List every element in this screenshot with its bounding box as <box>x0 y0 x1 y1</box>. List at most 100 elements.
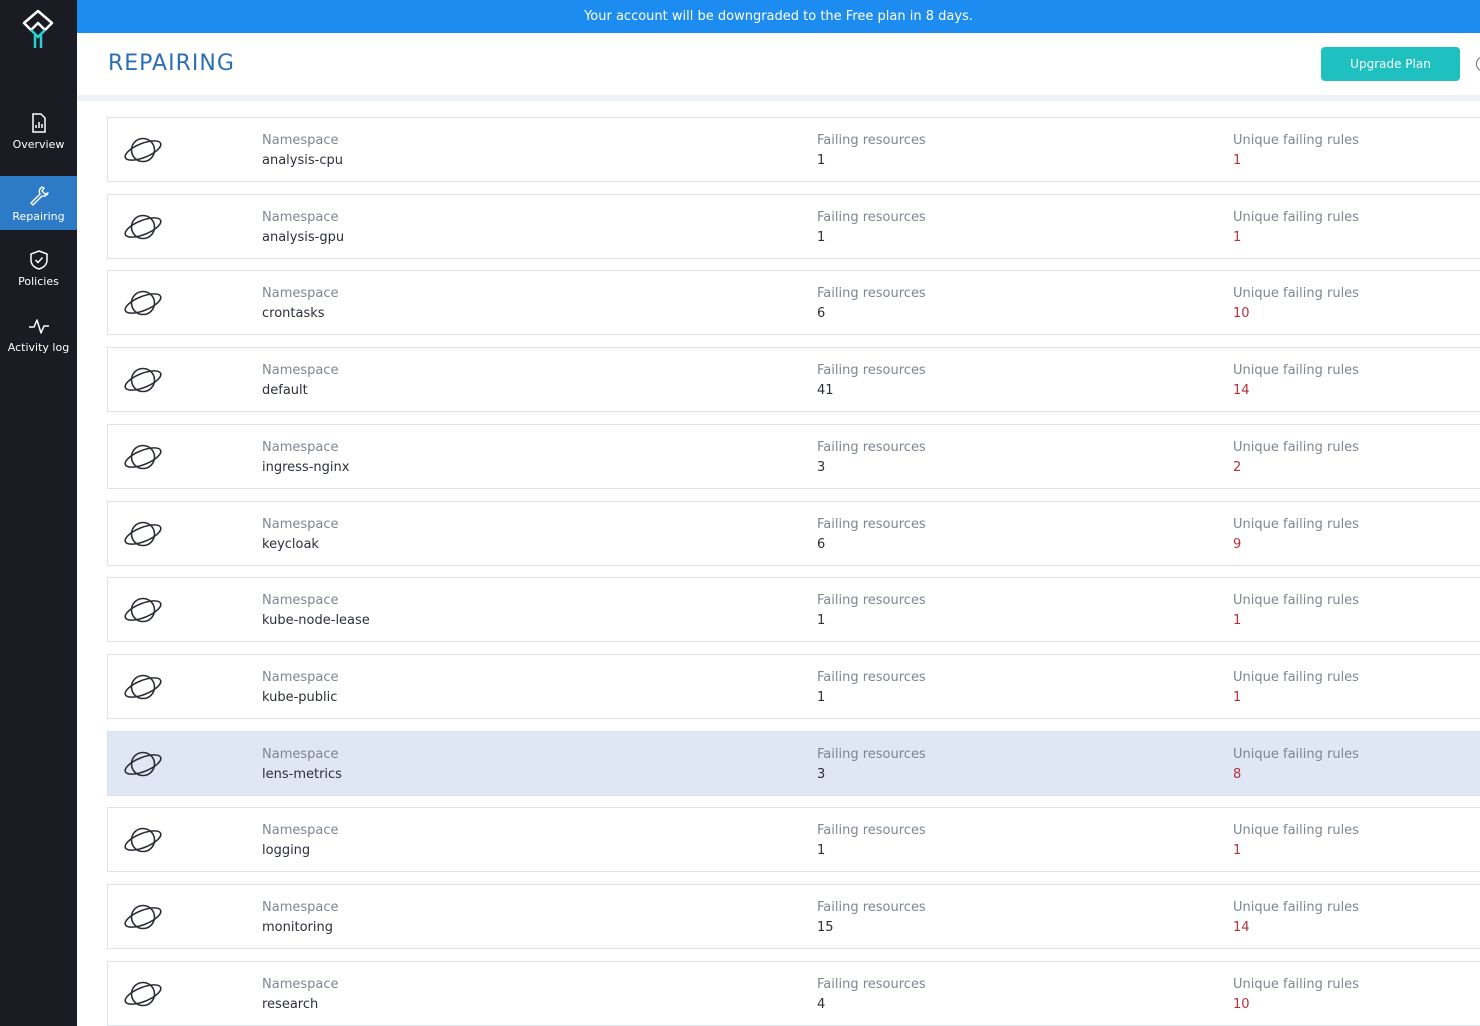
unique-failing-rules-label: Unique failing rules <box>1233 670 1359 685</box>
namespace-planet-icon <box>124 981 162 1007</box>
failing-resources-label: Failing resources <box>817 210 926 225</box>
banner-text: Your account will be downgraded to the F… <box>584 9 973 24</box>
failing-resources-label: Failing resources <box>817 747 926 762</box>
namespace-value: analysis-gpu <box>262 230 345 245</box>
failing-resources-value: 1 <box>817 690 826 705</box>
namespace-value: lens-metrics <box>262 767 342 782</box>
unique-failing-rules-label: Unique failing rules <box>1233 823 1359 838</box>
unique-failing-rules-cell: Unique failing rules 9 <box>1233 515 1359 555</box>
downgrade-banner: Your account will be downgraded to the F… <box>77 0 1480 33</box>
unique-failing-rules-value: 14 <box>1233 920 1250 935</box>
namespace-label: Namespace <box>262 133 339 148</box>
unique-failing-rules-value: 1 <box>1233 690 1242 705</box>
unique-failing-rules-value: 14 <box>1233 383 1250 398</box>
namespace-value: default <box>262 383 308 398</box>
unique-failing-rules-label: Unique failing rules <box>1233 593 1359 608</box>
nav-repairing-label: Repairing <box>12 209 65 223</box>
namespace-value: logging <box>262 843 311 858</box>
failing-resources-cell: Failing resources 1 <box>817 668 926 708</box>
namespace-planet-icon <box>124 597 162 623</box>
namespace-label: Namespace <box>262 900 339 915</box>
nav-repairing[interactable]: Repairing <box>0 176 77 230</box>
unique-failing-rules-cell: Unique failing rules 1 <box>1233 208 1359 248</box>
failing-resources-label: Failing resources <box>817 286 926 301</box>
namespace-cell: Namespace monitoring <box>262 898 339 938</box>
failing-resources-cell: Failing resources 1 <box>817 591 926 631</box>
table-row[interactable]: Namespace keycloak Failing resources 6 Uniqu… <box>107 501 1480 566</box>
nav-overview-label: Overview <box>12 137 65 151</box>
namespace-value: kube-node-lease <box>262 613 370 628</box>
namespace-cell: Namespace default <box>262 361 339 401</box>
unique-failing-rules-value: 1 <box>1233 153 1242 168</box>
table-row[interactable]: Namespace lens-metrics Failing resources 3 U… <box>107 731 1480 796</box>
failing-resources-value: 1 <box>817 153 826 168</box>
namespace-planet-icon <box>124 367 162 393</box>
failing-resources-value: 1 <box>817 230 826 245</box>
unique-failing-rules-label: Unique failing rules <box>1233 747 1359 762</box>
table-row[interactable]: Namespace logging Failing resources 1 Unique… <box>107 807 1480 872</box>
failing-resources-value: 6 <box>817 306 826 321</box>
unique-failing-rules-value: 1 <box>1233 230 1242 245</box>
table-row[interactable]: Namespace analysis-gpu Failing resources 1 U… <box>107 194 1480 259</box>
namespace-cell: Namespace logging <box>262 821 339 861</box>
unique-failing-rules-value: 8 <box>1233 767 1242 782</box>
unique-failing-rules-value: 10 <box>1233 306 1250 321</box>
namespace-label: Namespace <box>262 210 339 225</box>
failing-resources-cell: Failing resources 6 <box>817 284 926 324</box>
failing-resources-cell: Failing resources 6 <box>817 515 926 555</box>
table-row[interactable]: Namespace monitoring Failing resources 15 Un… <box>107 884 1480 949</box>
table-row[interactable]: Namespace kube-public Failing resources 1 Un… <box>107 654 1480 719</box>
namespace-cell: Namespace keycloak <box>262 515 339 555</box>
unique-failing-rules-label: Unique failing rules <box>1233 517 1359 532</box>
user-menu-icon[interactable] <box>1476 56 1480 72</box>
unique-failing-rules-value: 2 <box>1233 460 1242 475</box>
namespace-cell: Namespace ingress-nginx <box>262 438 349 478</box>
namespace-value: analysis-cpu <box>262 153 343 168</box>
page-header: REPAIRING Upgrade Plan <box>77 33 1480 95</box>
unique-failing-rules-label: Unique failing rules <box>1233 363 1359 378</box>
nav-activity-log[interactable]: Activity log <box>0 307 77 361</box>
unique-failing-rules-value: 1 <box>1233 843 1242 858</box>
namespace-planet-icon <box>124 214 162 240</box>
namespace-label: Namespace <box>262 517 339 532</box>
namespace-value: ingress-nginx <box>262 460 350 475</box>
namespace-value: crontasks <box>262 306 325 321</box>
failing-resources-label: Failing resources <box>817 440 926 455</box>
namespace-label: Namespace <box>262 286 339 301</box>
table-row[interactable]: Namespace default Failing resources 41 Uniqu… <box>107 347 1480 412</box>
nav-overview[interactable]: Overview <box>0 104 77 158</box>
failing-resources-value: 4 <box>817 997 826 1012</box>
unique-failing-rules-cell: Unique failing rules 10 <box>1233 284 1359 324</box>
failing-resources-cell: Failing resources 1 <box>817 131 926 171</box>
failing-resources-cell: Failing resources 41 <box>817 361 926 401</box>
table-row[interactable]: Namespace analysis-cpu Failing resources 1 U… <box>107 117 1480 182</box>
namespace-cell: Namespace lens-metrics <box>262 745 342 785</box>
table-row[interactable]: Namespace crontasks Failing resources 6 Uniq… <box>107 270 1480 335</box>
table-row[interactable]: Namespace ingress-nginx Failing resources 3… <box>107 424 1480 489</box>
namespace-cell: Namespace kube-public <box>262 668 339 708</box>
failing-resources-label: Failing resources <box>817 977 926 992</box>
failing-resources-value: 3 <box>817 460 826 475</box>
table-row[interactable]: Namespace kube-node-lease Failing resource… <box>107 577 1480 642</box>
namespace-cell: Namespace analysis-cpu <box>262 131 343 171</box>
namespace-label: Namespace <box>262 593 339 608</box>
unique-failing-rules-cell: Unique failing rules 1 <box>1233 821 1359 861</box>
unique-failing-rules-label: Unique failing rules <box>1233 286 1359 301</box>
nav-policies[interactable]: Policies <box>0 241 77 295</box>
namespace-cell: Namespace analysis-gpu <box>262 208 344 248</box>
unique-failing-rules-cell: Unique failing rules 1 <box>1233 131 1359 171</box>
upgrade-plan-button[interactable]: Upgrade Plan <box>1321 47 1460 81</box>
namespace-planet-icon <box>124 521 162 547</box>
namespace-label: Namespace <box>262 363 339 378</box>
app-logo-icon[interactable] <box>18 8 58 52</box>
unique-failing-rules-value: 1 <box>1233 613 1242 628</box>
unique-failing-rules-cell: Unique failing rules 8 <box>1233 745 1359 785</box>
unique-failing-rules-label: Unique failing rules <box>1233 440 1359 455</box>
chart-file-icon <box>31 112 46 133</box>
unique-failing-rules-cell: Unique failing rules 10 <box>1233 975 1359 1015</box>
failing-resources-cell: Failing resources 4 <box>817 975 926 1015</box>
unique-failing-rules-label: Unique failing rules <box>1233 977 1359 992</box>
namespace-label: Namespace <box>262 747 339 762</box>
table-row[interactable]: Namespace research Failing resources 4 Uniqu… <box>107 961 1480 1026</box>
namespace-planet-icon <box>124 751 162 777</box>
